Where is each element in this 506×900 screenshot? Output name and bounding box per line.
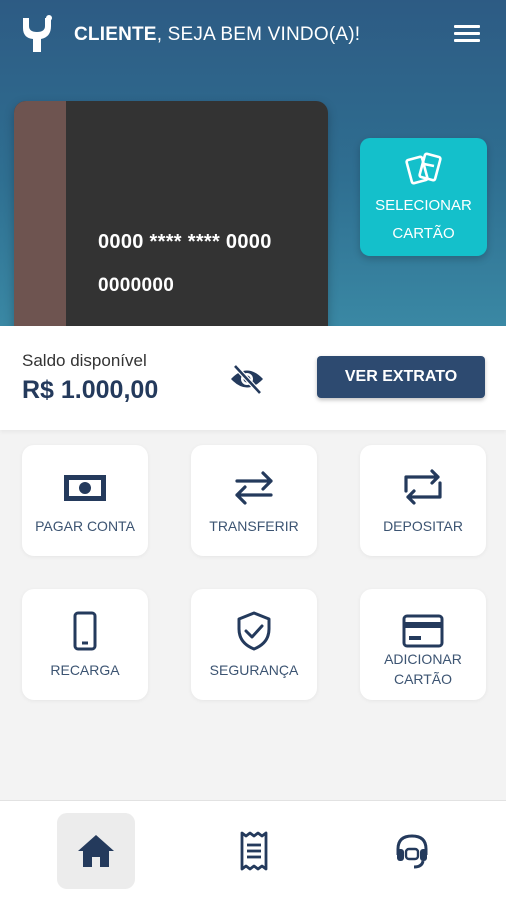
recharge-tile[interactable]: RECARGA xyxy=(22,589,148,700)
y-logo-icon xyxy=(23,15,52,52)
receipt-icon xyxy=(240,831,268,871)
welcome-message: CLIENTE, SEJA BEM VINDO(A)! xyxy=(74,24,360,46)
cash-icon xyxy=(64,475,106,501)
headset-icon xyxy=(396,834,428,869)
credit-card-icon xyxy=(402,614,444,648)
home-icon xyxy=(78,835,114,867)
recharge-label: RECARGA xyxy=(50,662,120,678)
card-number: 0000 **** **** 0000 xyxy=(98,231,272,253)
welcome-text: , SEJA BEM VINDO(A)! xyxy=(156,24,361,45)
shield-check-icon xyxy=(237,611,271,651)
pay-bill-label: PAGAR CONTA xyxy=(35,518,135,534)
hamburger-menu-icon[interactable] xyxy=(452,22,482,48)
transfer-label: TRANSFERIR xyxy=(209,518,299,534)
balance-panel: Saldo disponível R$ 1.000,00 VER EXTRATO xyxy=(0,326,506,430)
security-label: SEGURANÇA xyxy=(209,662,299,678)
pay-bill-tile[interactable]: PAGAR CONTA xyxy=(22,445,148,556)
card-strip xyxy=(14,101,66,326)
deposit-tile[interactable]: DEPOSITAR xyxy=(360,445,486,556)
nav-support[interactable] xyxy=(373,813,451,889)
welcome-name: CLIENTE xyxy=(74,24,157,45)
add-card-label: ADICIONAR CARTÃO xyxy=(384,651,462,687)
cards-icon xyxy=(405,152,442,185)
card-account: 0000000 xyxy=(98,275,175,296)
swap-arrows-icon xyxy=(235,471,273,505)
bottom-navigation xyxy=(0,800,506,900)
phone-icon xyxy=(73,611,97,651)
transfer-tile[interactable]: TRANSFERIR xyxy=(191,445,317,556)
nav-home[interactable] xyxy=(57,813,135,889)
bank-card[interactable]: 0000 **** **** 0000 0000000 xyxy=(14,101,328,326)
deposit-label: DEPOSITAR xyxy=(383,518,463,534)
select-card-label: SELECIONAR CARTÃO xyxy=(375,197,472,242)
nav-receipt[interactable] xyxy=(215,813,293,889)
header: CLIENTE, SEJA BEM VINDO(A)! 0000 **** **… xyxy=(0,0,506,326)
balance-value: R$ 1.000,00 xyxy=(22,376,159,404)
add-card-tile[interactable]: ADICIONAR CARTÃO xyxy=(360,589,486,700)
balance-label: Saldo disponível xyxy=(22,351,147,370)
select-card-button[interactable]: SELECIONAR CARTÃO xyxy=(360,138,487,256)
security-tile[interactable]: SEGURANÇA xyxy=(191,589,317,700)
eye-off-icon[interactable] xyxy=(228,362,266,396)
repeat-icon xyxy=(404,469,442,505)
view-statement-button[interactable]: VER EXTRATO xyxy=(317,356,485,398)
